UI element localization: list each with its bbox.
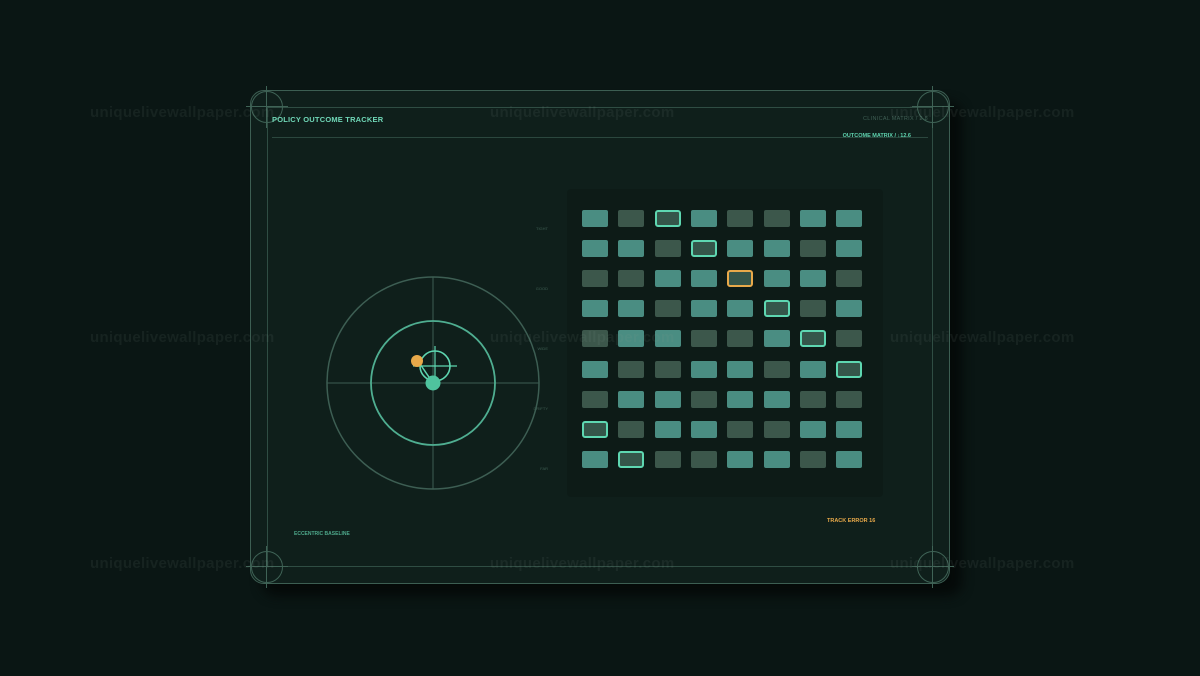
matrix-cell bbox=[690, 210, 717, 227]
matrix-cell bbox=[763, 330, 790, 348]
eccentric-baseline-label: ECCENTRIC BASELINE bbox=[294, 531, 350, 537]
watermark-text: uniquelivewallpaper.com bbox=[490, 104, 675, 121]
matrix-cell bbox=[582, 360, 608, 378]
row-label: FAR bbox=[540, 466, 548, 471]
matrix-cell bbox=[618, 300, 645, 318]
matrix-cell bbox=[763, 420, 790, 438]
header-divider bbox=[272, 137, 928, 138]
matrix-cell bbox=[690, 420, 717, 438]
matrix-cell bbox=[836, 300, 863, 318]
matrix-cell bbox=[763, 390, 790, 408]
matrix-cell bbox=[836, 270, 863, 288]
matrix-cell bbox=[727, 420, 754, 438]
matrix-cell bbox=[582, 270, 608, 288]
matrix-cell bbox=[763, 360, 790, 378]
matrix-cell bbox=[690, 330, 717, 348]
matrix-cell bbox=[690, 240, 717, 258]
watermark-text: uniquelivewallpaper.com bbox=[890, 329, 1075, 346]
matrix-cell bbox=[727, 450, 754, 468]
matrix-cell bbox=[799, 420, 826, 438]
matrix-cell bbox=[763, 450, 790, 468]
matrix-cell bbox=[799, 450, 826, 468]
outcome-matrix-label: OUTCOME MATRIX / ↓12.6 bbox=[842, 133, 911, 139]
matrix-cell bbox=[727, 300, 754, 318]
watermark-text: uniquelivewallpaper.com bbox=[890, 555, 1075, 572]
matrix-cell bbox=[836, 330, 863, 348]
matrix-cell bbox=[690, 360, 717, 378]
matrix-cell bbox=[763, 270, 790, 288]
track-error-label: TRACK ERROR 16 bbox=[827, 518, 876, 524]
matrix-cell bbox=[763, 300, 790, 318]
matrix-cell bbox=[654, 270, 681, 288]
matrix-cell bbox=[799, 240, 826, 258]
matrix-cell bbox=[727, 240, 754, 258]
watermark-text: uniquelivewallpaper.com bbox=[90, 555, 275, 572]
matrix-cell bbox=[618, 210, 645, 227]
matrix-cell bbox=[690, 390, 717, 408]
matrix-cell bbox=[799, 270, 826, 288]
baseline-point bbox=[425, 375, 441, 391]
watermark-text: uniquelivewallpaper.com bbox=[90, 329, 275, 346]
matrix-cell bbox=[582, 300, 608, 318]
matrix-cell bbox=[690, 450, 717, 468]
matrix-cell bbox=[618, 270, 645, 288]
matrix-cell bbox=[690, 270, 717, 288]
matrix-cell bbox=[727, 210, 754, 227]
watermark-text: uniquelivewallpaper.com bbox=[490, 329, 675, 346]
matrix-cell bbox=[836, 420, 863, 438]
matrix-cell bbox=[799, 300, 826, 318]
watermark-text: uniquelivewallpaper.com bbox=[90, 104, 275, 121]
matrix-cell bbox=[582, 390, 608, 408]
matrix-cell bbox=[582, 450, 608, 468]
matrix-cell bbox=[799, 330, 826, 348]
matrix-cell bbox=[582, 210, 608, 227]
matrix-cell bbox=[727, 330, 754, 348]
matrix-cell bbox=[727, 390, 754, 408]
matrix-cell bbox=[654, 240, 681, 258]
row-label: DRIFTY bbox=[533, 406, 548, 411]
wallpaper-stage: POLICY OUTCOME TRACKER CLINICAL MATRIX /… bbox=[0, 0, 1200, 676]
matrix-cell bbox=[654, 210, 681, 227]
watermark-text: uniquelivewallpaper.com bbox=[490, 555, 675, 572]
matrix-cell bbox=[618, 360, 645, 378]
matrix-cell bbox=[799, 210, 826, 227]
matrix-cell bbox=[618, 240, 645, 258]
matrix-cell bbox=[836, 210, 863, 227]
matrix-cell bbox=[582, 420, 608, 438]
matrix-cell bbox=[618, 450, 645, 468]
matrix-cell bbox=[727, 360, 754, 378]
matrix-cell bbox=[836, 360, 863, 378]
matrix-cell bbox=[618, 420, 645, 438]
matrix-cell bbox=[799, 360, 826, 378]
matrix-cell bbox=[618, 390, 645, 408]
row-label: WIDE bbox=[537, 346, 548, 351]
row-label: GOOD bbox=[535, 286, 548, 291]
matrix-cell bbox=[763, 240, 790, 258]
matrix-cell bbox=[690, 300, 717, 318]
outcome-point bbox=[411, 355, 423, 367]
matrix-cell bbox=[582, 240, 608, 258]
watermark-text: uniquelivewallpaper.com bbox=[890, 104, 1075, 121]
matrix-cell bbox=[654, 450, 681, 468]
matrix-cell bbox=[654, 300, 681, 318]
matrix-cell bbox=[763, 210, 790, 227]
row-label: TIGHT bbox=[536, 226, 548, 231]
matrix-cell bbox=[654, 420, 681, 438]
matrix-cell bbox=[836, 450, 863, 468]
matrix-cell bbox=[727, 270, 754, 288]
matrix-cell bbox=[654, 390, 681, 408]
matrix-cell bbox=[836, 240, 863, 258]
panel-title: POLICY OUTCOME TRACKER bbox=[272, 115, 384, 124]
target-reticle bbox=[326, 276, 540, 490]
matrix-cell bbox=[654, 360, 681, 378]
matrix-cell bbox=[836, 390, 863, 408]
matrix-cell bbox=[799, 390, 826, 408]
